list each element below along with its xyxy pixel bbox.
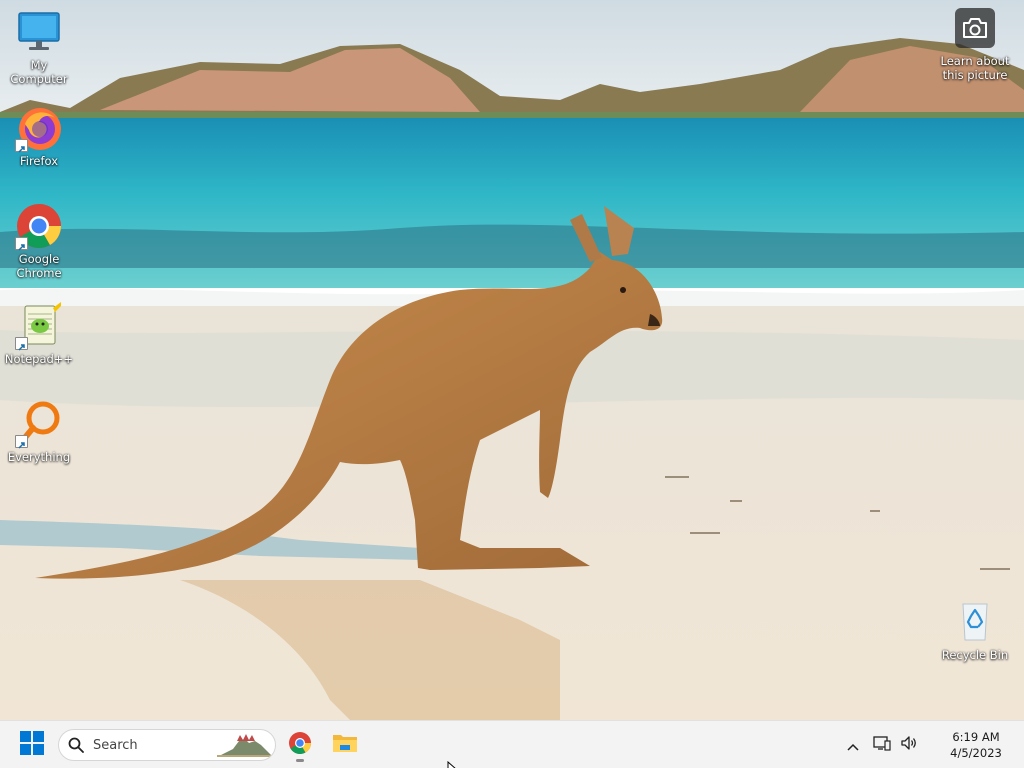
chrome-icon xyxy=(15,202,63,251)
desktop-icon-firefox[interactable]: Firefox xyxy=(1,104,77,168)
system-tray: 6:19 AM 4/5/2023 xyxy=(838,721,1024,768)
taskbar-app-chrome[interactable] xyxy=(282,727,318,763)
desktop-icon-label: Google Chrome xyxy=(16,252,62,280)
monitor-icon xyxy=(15,8,63,56)
shortcut-arrow-icon xyxy=(15,435,28,449)
volume-button[interactable] xyxy=(896,721,922,768)
recycle-bin-icon xyxy=(951,598,999,646)
shortcut-arrow-icon xyxy=(15,237,28,251)
notepadpp-icon xyxy=(15,302,63,351)
shortcut-arrow-icon xyxy=(15,139,28,153)
network-status-button[interactable] xyxy=(868,721,896,768)
speaker-icon xyxy=(900,735,918,755)
show-hidden-icons-button[interactable] xyxy=(838,721,868,768)
taskbar-search-box[interactable]: Search xyxy=(58,729,276,761)
camera-icon xyxy=(955,8,995,48)
clock-time: 6:19 AM xyxy=(952,730,1000,744)
search-highlight-dinosaur-icon xyxy=(215,730,275,760)
desktop-icon-google-chrome[interactable]: Google Chrome xyxy=(1,202,77,280)
windows-logo-icon xyxy=(20,731,44,759)
desktop-wallpaper xyxy=(0,0,1024,720)
folder-icon xyxy=(332,732,358,758)
search-icon xyxy=(59,737,93,753)
learn-about-picture-button[interactable]: Learn about this picture xyxy=(936,8,1014,82)
network-icon xyxy=(873,735,891,755)
chevron-up-icon xyxy=(847,736,859,755)
firefox-icon xyxy=(15,104,63,153)
chrome-icon xyxy=(288,731,312,759)
running-indicator xyxy=(296,759,304,762)
everything-search-icon xyxy=(15,400,63,449)
desktop-icon-label: Firefox xyxy=(19,154,59,168)
clock-date: 4/5/2023 xyxy=(950,746,1002,760)
desktop-icon-label: Everything xyxy=(7,450,71,464)
desktop-icon-label: Notepad++ xyxy=(4,352,74,366)
desktop-icon-label: My Computer xyxy=(10,58,68,86)
taskbar-app-file-explorer[interactable] xyxy=(327,727,363,763)
desktop-icon-recycle-bin[interactable]: Recycle Bin xyxy=(937,598,1013,662)
search-placeholder: Search xyxy=(93,737,138,753)
mouse-pointer-icon xyxy=(447,760,457,768)
shortcut-arrow-icon xyxy=(15,337,28,351)
desktop-icon-my-computer[interactable]: My Computer xyxy=(1,8,77,86)
desktop-icon-label: Recycle Bin xyxy=(941,648,1009,662)
desktop-icon-everything[interactable]: Everything xyxy=(1,400,77,464)
start-button[interactable] xyxy=(14,729,50,761)
learn-about-picture-label: Learn about this picture xyxy=(940,54,1010,82)
desktop-icon-notepadpp[interactable]: Notepad++ xyxy=(1,302,77,366)
clock[interactable]: 6:19 AM 4/5/2023 xyxy=(940,729,1012,761)
taskbar: Search 6:19 AM 4/5/2023 xyxy=(0,720,1024,768)
